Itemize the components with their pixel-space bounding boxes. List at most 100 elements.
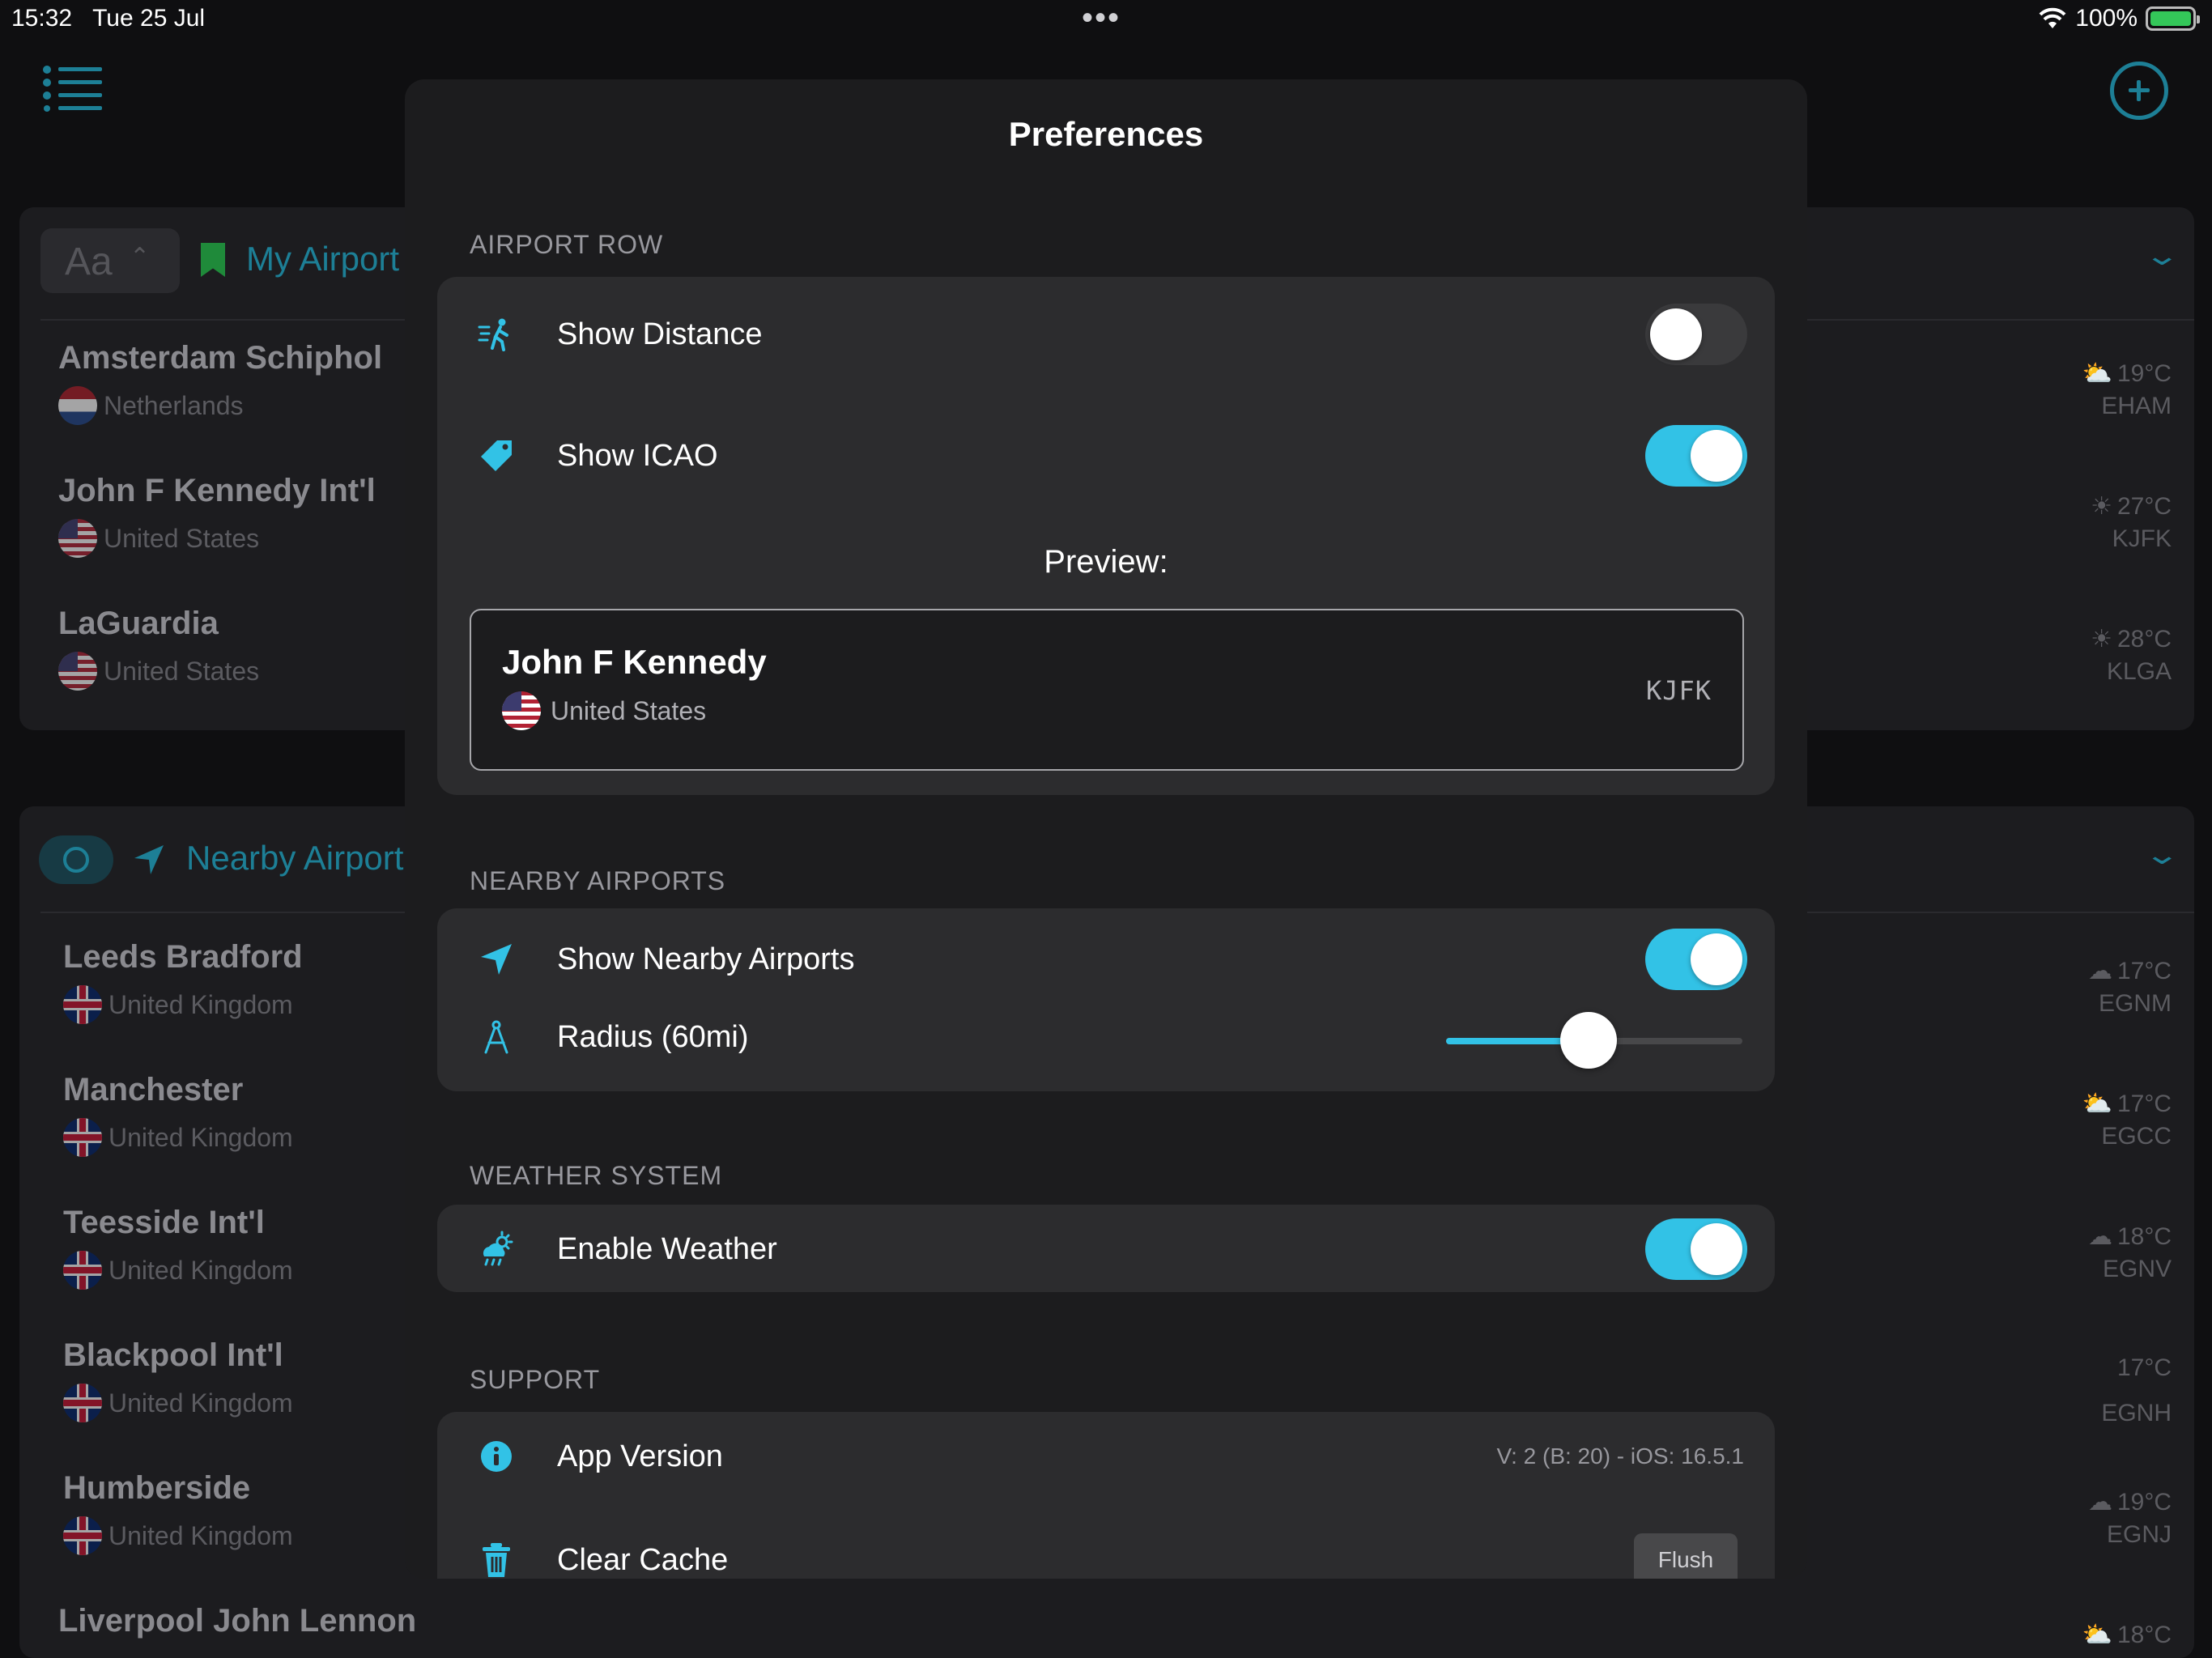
compass-drawing-icon [484,1020,508,1054]
add-airport-icon[interactable] [2110,62,2168,120]
nearby-airports-title[interactable]: Nearby Airport [186,839,403,878]
show-icao-toggle[interactable] [1645,425,1747,487]
flag-uk-icon [63,985,102,1024]
info-circle-icon [481,1441,512,1472]
trash-icon [483,1543,510,1577]
airport-country: United Kingdom [63,1516,293,1555]
show-distance-toggle[interactable] [1645,304,1747,365]
radius-label: Radius (60mi) [557,1019,749,1054]
airport-row[interactable]: Leeds Bradford United Kingdom [63,939,303,1024]
cloud-icon: ☁ [2087,1489,2112,1516]
my-airports-title[interactable]: My Airport [246,240,399,278]
airport-country: United States [58,519,376,558]
weather-info: ☁ 19°C EGNJ [2087,1489,2172,1548]
weather-info: 17°C EGNH [2101,1354,2172,1426]
airport-name: LaGuardia [58,606,219,641]
weather-info: ☀ 28°C KLGA [2091,626,2172,685]
sort-button[interactable]: Aa [40,228,180,293]
weather-info: ⛅ 17°C EGCC [2082,1090,2172,1150]
clear-cache-row: Clear Cache Flush [437,1516,1775,1579]
airport-row[interactable]: John F Kennedy Int'l United States [58,473,376,558]
airport-row[interactable]: LaGuardia United States [58,606,259,691]
partly-cloudy-icon: ⛅ [2082,1090,2112,1117]
preview-country: United States [502,691,706,730]
flag-us-icon [58,652,97,691]
flag-us-icon [58,519,97,558]
airport-country: United Kingdom [63,985,303,1024]
weather-info: ⛅ 18°C [2082,1622,2172,1648]
multitasking-dots[interactable]: ••• [1082,0,1121,36]
section-label-support: SUPPORT [470,1365,601,1394]
sort-chevron-icon: ⌃ [130,244,151,270]
flag-uk-icon [63,1251,102,1290]
toggle-knob [1691,933,1742,985]
airport-row[interactable]: Amsterdam Schiphol Netherlands [58,340,382,425]
weather-info: ☁ 18°C EGNV [2087,1223,2172,1282]
airport-row[interactable]: Liverpool John Lennon [58,1603,416,1639]
preview-label: Preview: [1044,544,1168,580]
preview-airport-name: John F Kennedy [502,643,767,681]
toggle-knob [1650,308,1702,360]
toggle-knob [1691,1223,1742,1275]
airport-row[interactable]: Manchester United Kingdom [63,1072,293,1157]
location-arrow-icon [134,845,164,874]
flush-button[interactable]: Flush [1634,1533,1738,1579]
location-toggle-button[interactable] [39,835,113,884]
cloud-icon: ☁ [2087,1223,2112,1250]
collapse-chevron-icon[interactable]: ⌄ [2143,240,2180,272]
airport-row[interactable]: Teesside Int'l United Kingdom [63,1205,293,1290]
partly-cloudy-icon: ⛅ [2082,360,2112,387]
airport-row[interactable]: Humberside United Kingdom [63,1470,293,1555]
show-icao-row: Show ICAO [437,411,1775,500]
airport-name: Liverpool John Lennon [58,1603,417,1639]
toggle-knob [1691,430,1742,482]
airport-country: United States [58,652,259,691]
enable-weather-label: Enable Weather [557,1231,777,1266]
section-label-weather-system: WEATHER SYSTEM [470,1161,723,1190]
show-distance-label: Show Distance [557,317,763,351]
show-nearby-label: Show Nearby Airports [557,942,855,976]
cloud-sun-rain-icon [483,1231,513,1266]
tag-icon [481,440,512,471]
airport-name: Leeds Bradford [63,939,303,975]
list-menu-icon[interactable] [42,65,104,112]
walking-figure-icon [478,318,508,351]
airport-name: Humberside [63,1470,251,1506]
airport-name: Manchester [63,1072,244,1107]
radius-slider[interactable] [1446,1012,1742,1069]
enable-weather-toggle[interactable] [1645,1218,1747,1280]
flag-us-icon [502,691,541,730]
app-version-row: App Version V: 2 (B: 20) - iOS: 16.5.1 [437,1412,1775,1501]
section-label-nearby-airports: NEARBY AIRPORTS [470,866,726,895]
flag-netherlands-icon [58,386,97,425]
sun-icon: ☀ [2091,493,2112,520]
airport-country: United Kingdom [63,1118,293,1157]
wifi-icon [2039,7,2066,28]
modal-title: Preferences [1008,115,1204,153]
slider-thumb[interactable] [1559,1012,1617,1069]
flag-uk-icon [63,1118,102,1157]
airport-country: Netherlands [58,386,382,425]
flag-uk-icon [63,1384,102,1422]
airport-name: Blackpool Int'l [63,1337,283,1373]
airport-row[interactable]: Blackpool Int'l United Kingdom [63,1337,293,1422]
support-group: App Version V: 2 (B: 20) - iOS: 16.5.1 C… [437,1412,1775,1579]
preview-icao: KJFK [1645,675,1712,706]
airport-row-group: Show Distance Show ICAO Preview: John F … [437,277,1775,795]
weather-system-group: Enable Weather [437,1205,1775,1292]
airport-name: Amsterdam Schiphol [58,340,383,376]
battery-icon [2146,6,2200,31]
weather-info: ☁ 17°C EGNM [2087,958,2172,1017]
status-time: 15:32 Tue 25 Jul [11,5,206,32]
section-label-airport-row: AIRPORT ROW [470,230,664,259]
weather-info: ⛅ 19°C EHAM [2082,360,2172,419]
preferences-modal: Preferences AIRPORT ROW Show Distance Sh… [405,79,1807,1579]
rain-cloud-icon: ☁ [2087,958,2112,984]
nearby-airports-group: Show Nearby Airports Radius (60mi) [437,908,1775,1091]
collapse-chevron-icon[interactable]: ⌄ [2143,839,2180,871]
show-icao-label: Show ICAO [557,438,718,473]
clear-cache-label: Clear Cache [557,1542,729,1577]
show-nearby-row: Show Nearby Airports [437,915,1775,1004]
show-nearby-toggle[interactable] [1645,929,1747,990]
app-version-label: App Version [557,1439,723,1473]
